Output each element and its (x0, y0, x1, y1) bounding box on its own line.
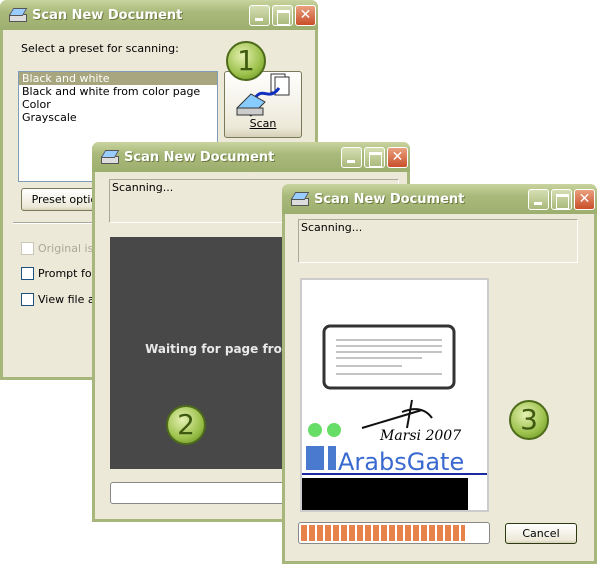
close-button[interactable]: ✕ (295, 5, 316, 26)
scan-button[interactable]: Scan (224, 71, 302, 138)
preset-prompt: Select a preset for scanning: (21, 42, 179, 55)
preset-item[interactable]: Color (19, 98, 217, 111)
title-bar[interactable]: Scan New Document ✕ (0, 0, 318, 30)
minimize-button[interactable] (249, 5, 270, 26)
window-title: Scan New Document (314, 191, 465, 207)
preset-item[interactable]: Black and white (19, 72, 217, 85)
status-box: Scanning... (298, 219, 578, 263)
step-badge-2: 2 (166, 405, 206, 445)
close-button[interactable]: ✕ (387, 147, 408, 168)
scanner-icon (8, 8, 27, 22)
window-title: Scan New Document (32, 7, 183, 23)
maximize-button[interactable] (551, 189, 572, 210)
minimize-button[interactable] (528, 189, 549, 210)
scanned-page-image: Marsi 2007 ArabsGate (302, 324, 487, 510)
title-bar[interactable]: Scan New Document ✕ (92, 142, 410, 172)
progress-fill (301, 525, 465, 541)
cancel-button[interactable]: Cancel (505, 523, 577, 544)
scan-preview: Marsi 2007 ArabsGate (300, 278, 489, 512)
preset-item[interactable]: Black and white from color page (19, 85, 217, 98)
minimize-button[interactable] (341, 147, 362, 168)
window-title: Scan New Document (124, 149, 275, 165)
scan-window-scanning: Scan New Document ✕ Scanning... Marsi 20… (282, 184, 597, 564)
scan-button-label: Scan (249, 117, 277, 130)
step-badge-3: 3 (509, 400, 549, 440)
scanner-icon (290, 192, 309, 206)
title-bar[interactable]: Scan New Document ✕ (282, 184, 597, 214)
close-button[interactable]: ✕ (574, 189, 595, 210)
scanner-icon (100, 150, 119, 164)
step-badge-1: 1 (226, 41, 266, 81)
maximize-button[interactable] (364, 147, 385, 168)
maximize-button[interactable] (272, 5, 293, 26)
signature-text: Marsi 2007 (379, 428, 461, 444)
preset-item[interactable]: Grayscale (19, 111, 217, 124)
logo-text: ArabsGate (338, 448, 464, 476)
progress-bar (298, 522, 490, 544)
